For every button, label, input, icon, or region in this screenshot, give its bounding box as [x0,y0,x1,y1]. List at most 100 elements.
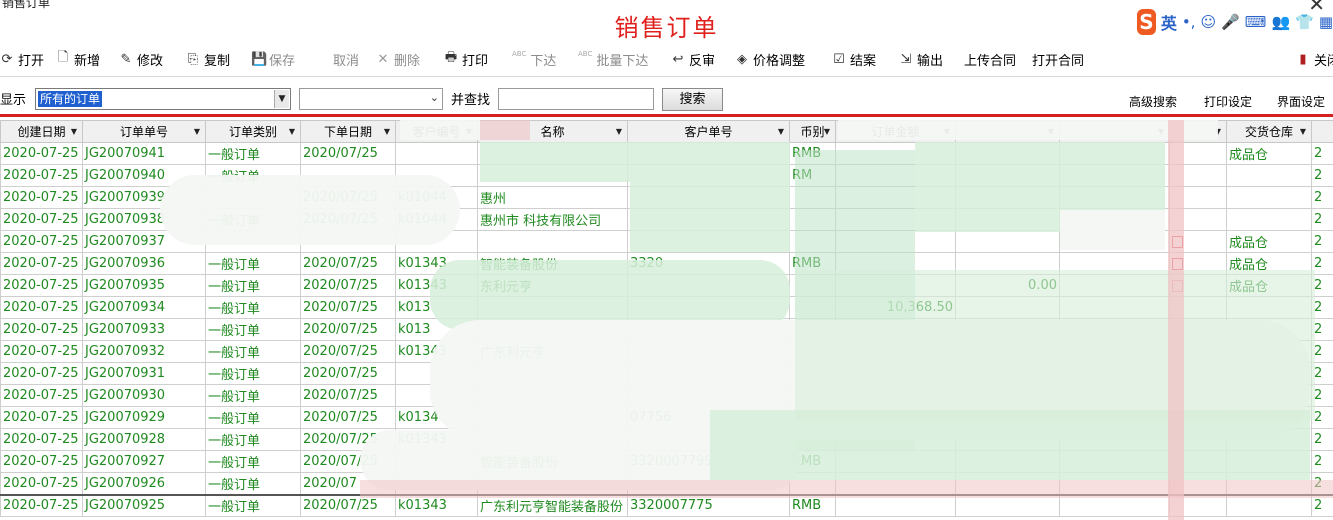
sort-arrow-icon[interactable]: ▼ [1300,127,1306,136]
table-cell[interactable]: 2020-07-25 [0,406,83,429]
print-settings-link[interactable]: 打印设定 [1204,93,1252,110]
table-cell[interactable]: 一般订单 [205,362,301,385]
close-case-button[interactable]: ☑ 结案 [832,48,876,70]
table-cell[interactable]: JG20070925 [82,494,206,517]
table-cell[interactable]: 2020-07-25 [0,362,83,385]
table-cell[interactable]: 2020-07-25 [0,494,83,517]
batch-issue-button[interactable]: ABC 批量下达 [578,48,648,70]
table-cell[interactable]: JG20070927 [82,450,206,473]
column-header[interactable] [1311,120,1333,143]
table-cell[interactable] [1226,186,1312,209]
keyboard-icon[interactable]: ⌨ [1245,13,1267,31]
delete-button[interactable]: ✕ 删除 [376,48,420,70]
sort-arrow-icon[interactable]: ▼ [194,127,200,136]
search-button[interactable]: 搜索 [662,88,723,111]
table-cell[interactable]: 一般订单 [205,340,301,363]
order-filter-select[interactable]: 所有的订单 ▼ [35,88,291,110]
table-cell[interactable]: 一般订单 [205,318,301,341]
sort-arrow-icon[interactable]: ▼ [616,127,622,136]
table-cell[interactable]: 2020-07-25 [0,296,83,319]
table-cell[interactable]: JG20070941 [82,142,206,165]
save-button[interactable]: 💾 保存 [251,48,295,70]
add-button[interactable]: 🗋 新增 [56,48,100,70]
table-cell[interactable] [477,230,628,253]
sort-arrow-icon[interactable]: ▼ [289,127,295,136]
column-header[interactable]: 订单类别 ▼ [205,120,301,143]
dropdown-arrow-icon[interactable]: ▼ [274,90,289,108]
microphone-icon[interactable]: 🎤 [1221,13,1240,31]
table-cell[interactable]: 一般订单 [205,450,301,473]
table-cell[interactable]: 一般订单 [205,428,301,451]
table-cell[interactable]: JG20070930 [82,384,206,407]
print-button[interactable]: 🖶 打印 [444,48,488,70]
ime-lang-toggle[interactable]: 英 [1161,10,1177,34]
column-header[interactable]: 订单单号 ▼ [82,120,206,143]
advanced-search-link[interactable]: 高级搜索 [1129,93,1177,110]
sort-arrow-icon[interactable]: ▼ [71,127,77,136]
table-cell[interactable]: JG20070929 [82,406,206,429]
table-cell[interactable]: 2020-07-25 [0,186,83,209]
table-cell[interactable]: 2 [1311,450,1333,473]
punctuation-icon[interactable]: •, [1182,13,1196,31]
skin-icon[interactable]: 👕 [1295,13,1314,31]
table-cell[interactable]: 2020-07-25 [0,274,83,297]
table-cell[interactable]: 2020/07/25 [300,406,396,429]
table-cell[interactable] [395,142,478,165]
ui-settings-link[interactable]: 界面设定 [1277,93,1325,110]
table-cell[interactable]: 一般订单 [205,384,301,407]
table-cell[interactable] [955,230,1060,253]
table-cell[interactable]: 成品仓 [1226,142,1312,165]
table-cell[interactable]: 2020-07-25 [0,472,83,496]
price-adjust-button[interactable]: ◈ 价格调整 [735,48,805,70]
table-cell[interactable]: 2020/07/25 [300,296,396,319]
table-cell[interactable]: 惠州市 科技有限公司 [477,208,628,231]
column-header[interactable]: 币别 ▼ [789,120,836,143]
table-cell[interactable]: JG20070928 [82,428,206,451]
table-cell[interactable]: 2020-07-25 [0,208,83,231]
sort-arrow-icon[interactable]: ▼ [778,127,784,136]
table-cell[interactable]: 2020/07/25 [300,384,396,407]
table-cell[interactable]: 2020-07-25 [0,318,83,341]
table-cell[interactable]: JG20070932 [82,340,206,363]
table-cell[interactable] [1226,164,1312,187]
table-cell[interactable]: 2020-07-25 [0,164,83,187]
table-cell[interactable]: 2020-07-25 [0,230,83,253]
table-cell[interactable]: 2 [1311,230,1333,253]
field-select[interactable]: ⌄ [299,88,443,110]
grid-icon[interactable]: ▦ [1319,13,1333,31]
sort-arrow-icon[interactable]: ▼ [824,127,830,136]
table-cell[interactable]: 2 [1311,164,1333,187]
table-cell[interactable]: 2020-07-25 [0,450,83,473]
edit-button[interactable]: ✎ 修改 [119,48,163,70]
table-cell[interactable]: 一般订单 [205,472,301,496]
column-header[interactable]: 下单日期 ▼ [300,120,396,143]
table-cell[interactable]: 一般订单 [205,252,301,275]
table-cell[interactable]: JG20070936 [82,252,206,275]
table-cell[interactable]: JG20070933 [82,318,206,341]
unapprove-button[interactable]: ↩ 反审 [671,48,715,70]
table-cell[interactable]: 2020/07/25 [300,362,396,385]
table-cell[interactable]: 2020/07/25 [300,318,396,341]
upload-contract-button[interactable]: 上传合同 [964,48,1016,70]
table-cell[interactable]: 2 [1311,142,1333,165]
table-cell[interactable]: 2 [1311,208,1333,231]
table-cell[interactable]: JG20070935 [82,274,206,297]
sort-arrow-icon[interactable]: ▼ [384,127,390,136]
column-header[interactable]: 创建日期 ▼ [0,120,83,143]
table-cell[interactable]: JG20070931 [82,362,206,385]
column-header[interactable]: 客户单号 ▼ [627,120,790,143]
table-cell[interactable]: 2 [1311,428,1333,451]
table-cell[interactable]: 2020/07/25 [300,340,396,363]
table-cell[interactable]: 2020-07-25 [0,252,83,275]
emoji-icon[interactable]: ☺ [1200,13,1216,31]
table-cell[interactable]: 2020-07-25 [0,142,83,165]
table-cell[interactable]: 2020/07/25 [300,142,396,165]
search-input[interactable] [498,88,654,110]
column-header[interactable]: 交货仓库 ▼ [1226,120,1312,143]
table-cell[interactable]: 2020/07/25 [300,274,396,297]
table-cell[interactable]: JG20070926 [82,472,206,496]
copy-button[interactable]: ⎘ 复制 [186,48,230,70]
table-cell[interactable]: 一般订单 [205,142,301,165]
table-cell[interactable]: 一般订单 [205,274,301,297]
cancel-button[interactable]: 取消 [333,48,359,70]
